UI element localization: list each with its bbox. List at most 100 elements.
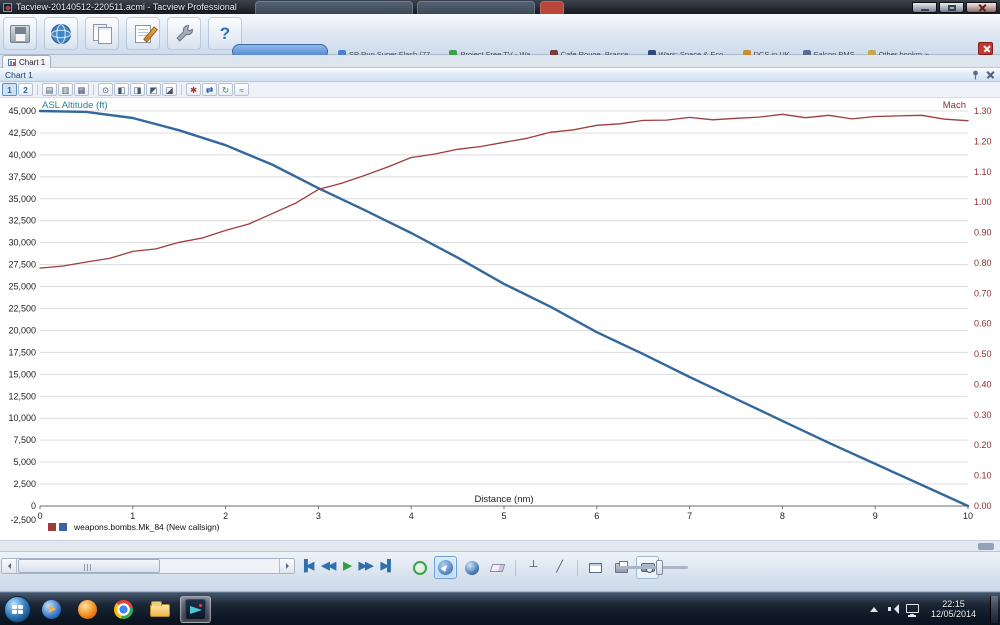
system-tray: 22:15 12/05/2014 <box>868 593 1000 625</box>
scale-right-axis-button[interactable]: ◨ <box>130 83 145 96</box>
close-button[interactable] <box>966 1 997 13</box>
browser-tab[interactable] <box>540 1 564 14</box>
x-tick-label: 9 <box>873 511 878 521</box>
firefox-icon <box>78 599 97 619</box>
chart-bottom-strip[interactable] <box>0 540 1000 552</box>
left-tick-label: 25,000 <box>8 282 36 292</box>
pin-icon[interactable] <box>971 70 980 80</box>
chart-area[interactable]: 0 1 2 3 4 5 6 7 8 9 10 45,000 42,500 40,000 37,500 35,0… <box>0 98 1000 540</box>
left-tick-label: -2,500 <box>10 515 36 525</box>
taskbar: 22:15 12/05/2014 <box>0 592 1000 625</box>
panel-title: Chart 1 <box>5 70 33 80</box>
map-view-button[interactable] <box>408 556 431 579</box>
speed-slider[interactable] <box>618 560 688 575</box>
globe-button[interactable] <box>44 17 78 50</box>
auto-scale-button[interactable]: ≈ <box>234 83 249 96</box>
media-player-icon <box>42 599 61 619</box>
horizontal-scrollbar[interactable] <box>1 558 295 574</box>
strip-thumb[interactable] <box>978 543 994 550</box>
right-tick-label: 0.30 <box>974 410 992 420</box>
x-tick-label: 8 <box>780 511 785 521</box>
documents-button[interactable] <box>85 17 119 50</box>
minimize-button[interactable] <box>912 1 937 13</box>
taskbar-tacview[interactable] <box>180 595 211 623</box>
show-desktop-button[interactable] <box>990 595 998 623</box>
layout-button[interactable] <box>584 556 607 579</box>
scale-up-button[interactable]: ◩ <box>146 83 161 96</box>
separator <box>577 559 578 576</box>
toolbar-separator <box>93 84 94 95</box>
volume-button[interactable] <box>887 600 900 618</box>
axes-preset-1-button[interactable]: 1 <box>2 83 17 96</box>
left-tick-label: 0 <box>31 501 36 511</box>
taskbar-chrome[interactable] <box>108 596 139 623</box>
zoom-button[interactable]: ⊙ <box>98 83 113 96</box>
browser-tab[interactable] <box>255 1 413 14</box>
browser-close-button[interactable] <box>978 42 993 55</box>
network-button[interactable] <box>905 600 919 618</box>
maximize-button[interactable] <box>939 1 964 13</box>
eraser-button[interactable] <box>486 556 509 579</box>
chart-style-bars-button[interactable]: ▥ <box>58 83 73 96</box>
telemetry-button[interactable]: ┴ <box>522 556 545 579</box>
globe-icon <box>50 23 72 44</box>
browser-tab[interactable] <box>417 1 535 14</box>
taskbar-explorer[interactable] <box>144 596 175 623</box>
window-controls <box>912 1 997 13</box>
taskbar-firefox[interactable] <box>72 596 103 623</box>
left-tick-label: 32,500 <box>8 216 36 226</box>
x-tick-label: 2 <box>223 511 228 521</box>
fast-forward-button[interactable]: ▶▶ <box>359 559 374 572</box>
chart-style-lines-button[interactable]: ▤ <box>42 83 57 96</box>
right-tick-label: 0.20 <box>974 440 992 450</box>
taskbar-media-player[interactable] <box>36 596 67 623</box>
x-tick-label: 0 <box>37 511 42 521</box>
start-button[interactable] <box>4 595 31 623</box>
refresh-chart-button[interactable]: ↻ <box>218 83 233 96</box>
swap-axes-button[interactable]: ⇄ <box>202 83 217 96</box>
right-tick-label: 0.60 <box>974 319 992 329</box>
globe-jet-icon <box>438 560 453 575</box>
chart-panel-header: Chart 1 <box>0 68 1000 82</box>
chevron-up-icon <box>870 603 879 612</box>
x-tick-label: 1 <box>130 511 135 521</box>
scale-down-button[interactable]: ◪ <box>162 83 177 96</box>
axes-preset-2-button[interactable]: 2 <box>18 83 33 96</box>
scale-left-axis-button[interactable]: ◧ <box>114 83 129 96</box>
skip-to-start-button[interactable]: ▐◀ <box>300 559 314 572</box>
save-button[interactable] <box>3 17 37 50</box>
tab-label: Chart 1 <box>19 57 46 67</box>
left-tick-label: 45,000 <box>8 106 36 116</box>
right-tick-label: 0.10 <box>974 471 992 481</box>
rewind-button[interactable]: ◀◀ <box>321 559 336 572</box>
scroll-right-arrow[interactable] <box>279 559 294 573</box>
edit-button[interactable] <box>126 17 160 50</box>
chrome-icon <box>114 599 133 619</box>
left-tick-label: 10,000 <box>8 413 36 423</box>
right-tick-label: 1.10 <box>974 167 992 177</box>
left-tick-label: 42,500 <box>8 128 36 138</box>
world-view-button[interactable] <box>434 556 457 579</box>
scroll-left-arrow[interactable] <box>2 559 17 573</box>
panel-close-icon[interactable] <box>986 71 995 80</box>
tray-expand-button[interactable] <box>868 600 881 618</box>
chart-style-grid-button[interactable]: ▦ <box>74 83 89 96</box>
clear-chart-button[interactable]: ✱ <box>186 83 201 96</box>
slider-thumb[interactable] <box>656 560 663 575</box>
chart-svg[interactable]: 0 1 2 3 4 5 6 7 8 9 10 45,000 42,500 40,000 37,500 35,0… <box>0 98 1000 540</box>
toolbar-separator <box>181 84 182 95</box>
left-tick-label: 40,000 <box>8 150 36 160</box>
tab-chart-1[interactable]: Chart 1 <box>2 55 52 68</box>
taskbar-clock[interactable]: 22:15 12/05/2014 <box>925 599 982 620</box>
play-button[interactable]: ▶ <box>343 559 352 572</box>
playback-bar: ▐◀ ◀◀ ▶ ▶▶ ▶▌ ┴ ╱ <box>0 552 1000 592</box>
window-titlebar[interactable]: Tacview-20140512-220511.acmi - Tacview P… <box>0 0 1000 14</box>
left-tick-label: 37,500 <box>8 172 36 182</box>
window-layout-icon <box>589 562 602 573</box>
skip-to-end-button[interactable]: ▶▌ <box>381 559 395 572</box>
measure-button[interactable]: ╱ <box>548 556 571 579</box>
tools-button[interactable] <box>167 17 201 50</box>
left-tick-label: 35,000 <box>8 194 36 204</box>
globe-view-button[interactable] <box>460 556 483 579</box>
scrollbar-thumb[interactable] <box>18 559 160 573</box>
